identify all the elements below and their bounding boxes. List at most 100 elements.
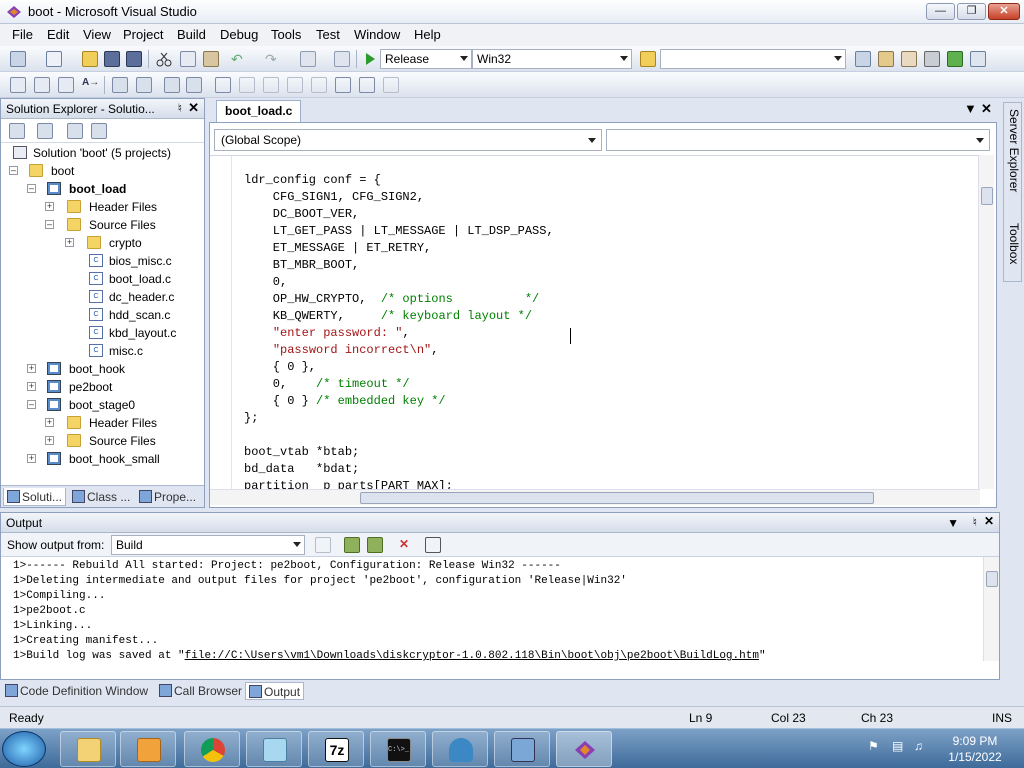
network-tray-icon[interactable]: ▤ — [892, 739, 903, 753]
start-button[interactable] — [2, 731, 46, 767]
new-project-icon[interactable] — [10, 51, 26, 67]
close-panel-icon[interactable]: ✕ — [984, 514, 994, 528]
expand-icon[interactable]: + — [45, 418, 54, 427]
solution-platform-select[interactable]: Win32 — [472, 49, 632, 69]
collapse-icon[interactable]: – — [9, 166, 18, 175]
close-document-icon[interactable]: ✕ — [981, 101, 992, 117]
redo-icon[interactable]: ↷ — [265, 51, 281, 67]
pin-icon[interactable]: ♮ — [973, 515, 977, 529]
go-to-next-message-icon[interactable] — [367, 537, 383, 553]
taskbar-chrome[interactable] — [184, 731, 240, 767]
scrollbar-thumb[interactable] — [360, 492, 874, 504]
quick-info-icon[interactable] — [58, 77, 74, 93]
output-vertical-scrollbar[interactable] — [983, 557, 999, 661]
clear-all-icon[interactable]: ✕ — [396, 537, 412, 553]
member-select[interactable] — [606, 129, 990, 151]
previous-bookmark-icon[interactable] — [239, 77, 255, 93]
increase-indent-icon[interactable] — [136, 77, 152, 93]
find-in-files-icon[interactable] — [640, 51, 656, 67]
toggle-word-wrap-icon[interactable] — [425, 537, 441, 553]
taskbar-network-tool[interactable] — [494, 731, 550, 767]
action-center-icon[interactable]: ⚑ — [868, 739, 879, 753]
taskbar-7zip[interactable]: 7z — [308, 731, 364, 767]
copy-icon[interactable] — [180, 51, 196, 67]
menu-tools[interactable]: Tools — [271, 27, 301, 42]
command-window-icon[interactable] — [970, 51, 986, 67]
paste-icon[interactable] — [203, 51, 219, 67]
comment-out-icon[interactable] — [164, 77, 180, 93]
taskbar-explorer[interactable] — [60, 731, 116, 767]
next-bookmark-in-document-icon[interactable] — [359, 77, 375, 93]
taskbar-wireshark[interactable] — [432, 731, 488, 767]
object-browser-icon[interactable] — [901, 51, 917, 67]
menu-help[interactable]: Help — [414, 27, 441, 42]
code-area[interactable]: ldr_config conf = { CFG_SIGN1, CFG_SIGN2… — [210, 155, 980, 489]
editor-horizontal-scrollbar[interactable] — [210, 489, 980, 505]
save-icon[interactable] — [104, 51, 120, 67]
tab-call-browser[interactable]: Call Browser — [156, 682, 245, 700]
menu-view[interactable]: View — [83, 27, 111, 42]
close-window-button[interactable]: ✕ — [988, 3, 1020, 20]
close-panel-icon[interactable]: ✕ — [188, 100, 199, 116]
toolbox-icon[interactable] — [924, 51, 940, 67]
taskbar-notepad[interactable] — [246, 731, 302, 767]
menu-window[interactable]: Window — [354, 27, 400, 42]
properties-icon[interactable] — [878, 51, 894, 67]
menu-build[interactable]: Build — [177, 27, 206, 42]
tab-boot-load-c[interactable]: boot_load.c — [216, 100, 302, 122]
expand-icon[interactable]: + — [45, 436, 54, 445]
expand-icon[interactable]: + — [27, 454, 36, 463]
start-page-icon[interactable] — [947, 51, 963, 67]
add-item-icon[interactable] — [46, 51, 62, 67]
menu-edit[interactable]: Edit — [47, 27, 69, 42]
scope-select[interactable]: (Global Scope) — [214, 129, 602, 151]
toggle-bookmark-icon[interactable] — [215, 77, 231, 93]
find-combo[interactable] — [660, 49, 846, 69]
decrease-indent-icon[interactable] — [112, 77, 128, 93]
tab-class-view[interactable]: Class ... — [69, 488, 133, 506]
collapse-icon[interactable]: – — [45, 220, 54, 229]
next-bookmark-in-folder-icon[interactable] — [311, 77, 327, 93]
display-object-members-icon[interactable] — [10, 77, 26, 93]
minimize-button[interactable]: — — [926, 3, 955, 20]
taskbar-visual-studio[interactable] — [556, 731, 612, 767]
expand-icon[interactable]: + — [65, 238, 74, 247]
taskbar-cmd[interactable]: C:\>_ — [370, 731, 426, 767]
cut-icon[interactable] — [156, 51, 172, 67]
menu-file[interactable]: File — [12, 27, 33, 42]
expand-icon[interactable]: + — [27, 382, 36, 391]
open-file-icon[interactable] — [82, 51, 98, 67]
parameter-info-icon[interactable] — [34, 77, 50, 93]
menu-test[interactable]: Test — [316, 27, 340, 42]
tab-property-manager[interactable]: Prope... — [136, 488, 199, 506]
code-editor[interactable]: (Global Scope) ldr_config conf = { CFG_S… — [209, 122, 997, 508]
tab-toolbox[interactable]: Toolbox — [1007, 223, 1021, 264]
taskbar-media-player[interactable] — [120, 731, 176, 767]
clock[interactable]: 9:09 PM 1/15/2022 — [940, 733, 1010, 765]
previous-bookmark-in-document-icon[interactable] — [335, 77, 351, 93]
tab-solution-explorer[interactable]: Soluti... — [3, 488, 67, 506]
start-debugging-icon[interactable] — [362, 51, 378, 67]
refresh-icon[interactable] — [67, 123, 83, 139]
uncomment-icon[interactable] — [186, 77, 202, 93]
active-files-dropdown-icon[interactable]: ▼ — [964, 101, 977, 116]
find-message-in-code-icon[interactable] — [315, 537, 331, 553]
editor-vertical-scrollbar[interactable] — [978, 155, 994, 489]
undo-icon[interactable]: ↶ — [231, 51, 247, 67]
clear-bookmarks-icon[interactable] — [383, 77, 399, 93]
pin-icon[interactable]: ♮ — [178, 101, 182, 115]
tab-output[interactable]: Output — [245, 682, 305, 700]
solution-explorer-icon[interactable] — [855, 51, 871, 67]
next-bookmark-icon[interactable] — [263, 77, 279, 93]
tab-code-definition-window[interactable]: Code Definition Window — [2, 682, 151, 700]
restore-button[interactable]: ❐ — [957, 3, 986, 20]
solution-configuration-select[interactable]: Release — [380, 49, 472, 69]
volume-icon[interactable]: ♫ — [914, 739, 923, 753]
go-to-previous-message-icon[interactable] — [344, 537, 360, 553]
navigate-forward-icon[interactable] — [334, 51, 350, 67]
tab-server-explorer[interactable]: Server Explorer — [1007, 109, 1021, 192]
build-log-link[interactable]: file://C:\Users\vm1\Downloads\diskcrypto… — [185, 650, 759, 662]
properties-icon[interactable] — [9, 123, 25, 139]
scrollbar-thumb[interactable] — [981, 187, 993, 205]
complete-word-icon[interactable]: A→ — [82, 77, 99, 93]
